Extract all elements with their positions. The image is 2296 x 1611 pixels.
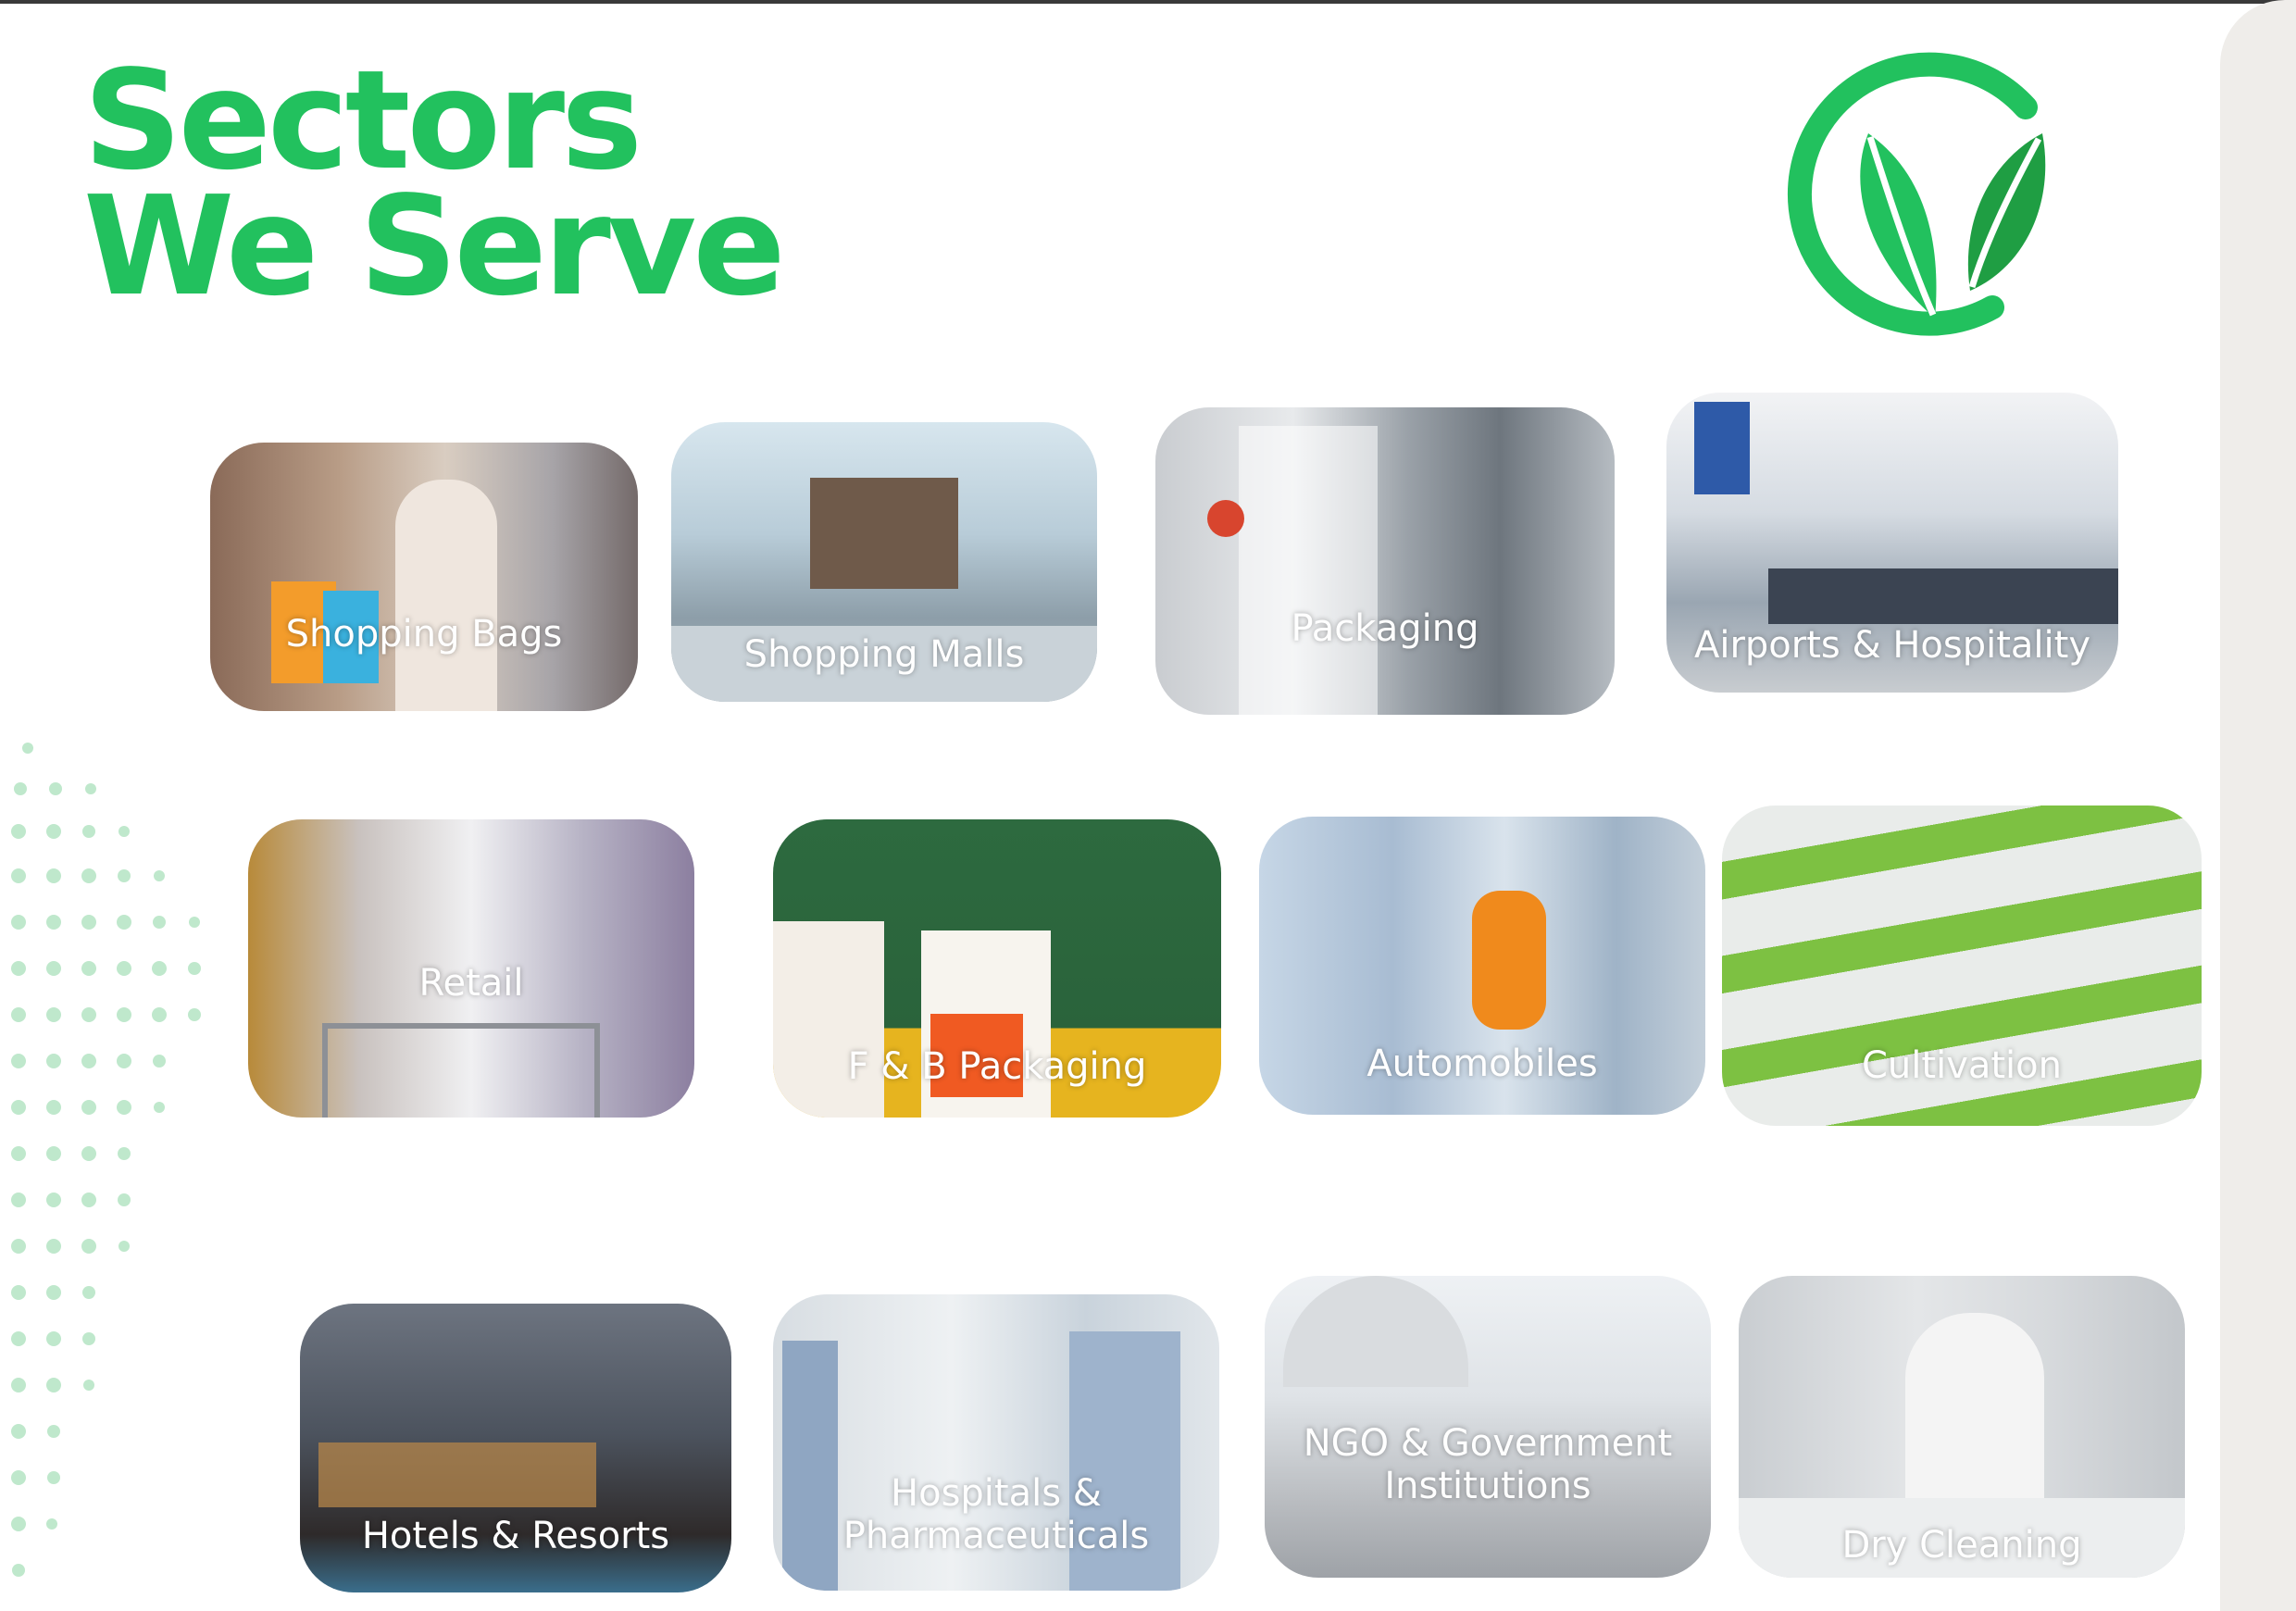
sector-card-fb-packaging: F & B Packaging — [773, 819, 1221, 1118]
robot-arm — [1472, 891, 1546, 1030]
sector-card-dry-cleaning: Dry Cleaning — [1739, 1276, 2185, 1578]
sector-label: Hotels & Resorts — [361, 1515, 670, 1557]
attendant-figure — [1905, 1313, 2044, 1526]
mall-storefront — [810, 478, 958, 589]
sector-card-cultivation: Cultivation — [1722, 806, 2202, 1126]
shopper-figure — [395, 480, 497, 711]
packaging-film — [1239, 426, 1378, 715]
dot-pattern — [11, 743, 201, 1577]
sector-label: Packaging — [1291, 607, 1479, 650]
sector-label: Hospitals & Pharmaceuticals — [842, 1472, 1150, 1557]
sector-label: Shopping Malls — [743, 633, 1025, 676]
page-title: Sectors We Serve — [83, 41, 786, 326]
leaf-logo-icon — [1787, 52, 2046, 336]
sector-card-hotels-resorts: Hotels & Resorts — [300, 1304, 731, 1592]
sector-label: Shopping Bags — [285, 613, 563, 656]
sector-label: Retail — [418, 962, 524, 1005]
sector-label: NGO & Government Institutions — [1303, 1422, 1673, 1507]
title-line-1: Sectors — [83, 41, 643, 200]
side-panel — [2220, 0, 2296, 1611]
sector-card-airports-hospitality: Airports & Hospitality — [1666, 393, 2118, 693]
sector-card-retail: Retail — [248, 819, 694, 1118]
sector-label: F & B Packaging — [847, 1045, 1147, 1088]
sector-card-automobiles: Automobiles — [1259, 817, 1705, 1115]
sector-card-ngo-government: NGO & Government Institutions — [1265, 1276, 1711, 1578]
sector-card-shopping-bags: Shopping Bags — [210, 443, 638, 711]
hotel-building-lights — [318, 1442, 596, 1507]
title-line-2: We Serve — [83, 167, 786, 326]
sector-card-hospitals-pharmaceuticals: Hospitals & Pharmaceuticals — [773, 1294, 1219, 1591]
airport-sign — [1694, 402, 1750, 494]
check-in-counters — [1768, 568, 2118, 624]
sector-label: Automobiles — [1366, 1043, 1598, 1085]
sector-card-packaging: Packaging — [1155, 407, 1615, 715]
sector-label: Cultivation — [1862, 1044, 2062, 1087]
packaging-photo — [1155, 407, 1615, 715]
paper-bag-left — [773, 921, 884, 1118]
shopping-cart — [322, 1023, 600, 1118]
sector-label: Dry Cleaning — [1841, 1524, 2082, 1567]
sector-card-shopping-malls: Shopping Malls — [671, 422, 1097, 702]
machine-red-button — [1207, 500, 1244, 537]
sector-label: Airports & Hospitality — [1693, 624, 2091, 667]
